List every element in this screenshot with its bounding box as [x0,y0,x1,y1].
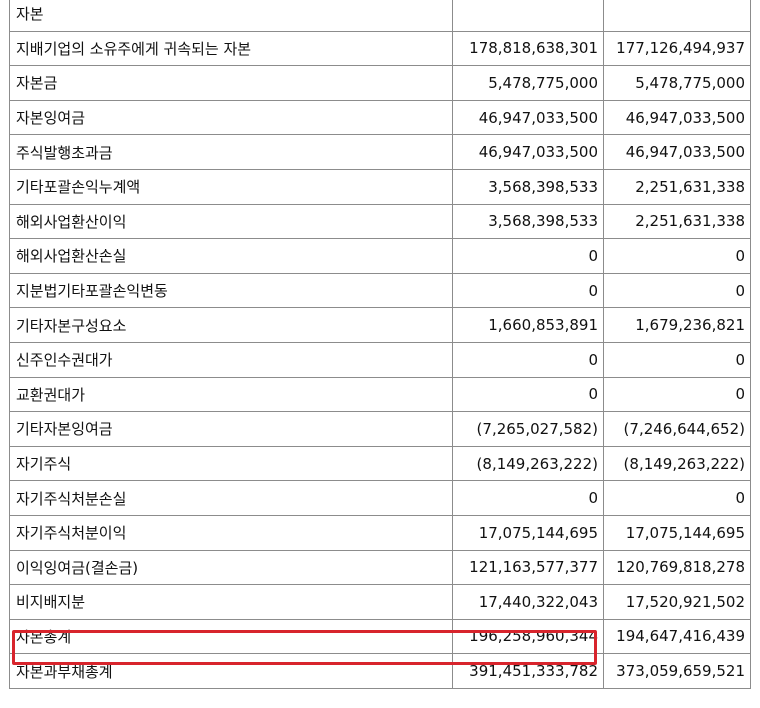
prior-period-value: 0 [603,480,751,516]
table-row: 비지배지분 17,440,322,043 17,520,921,502 [9,584,751,620]
current-period-value: 0 [452,341,604,378]
table-row: 자본잉여금 46,947,033,500 46,947,033,500 [9,99,751,136]
current-period-value: 0 [452,480,604,516]
row-label: 자기주식처분이익 [9,514,453,551]
row-label: 신주인수권대가 [9,341,453,378]
row-label: 자기주식 [9,445,453,482]
table-row: 교환권대가 0 0 [9,376,751,413]
row-label: 해외사업환산이익 [9,203,453,240]
table-row: 자기주식처분이익 17,075,144,695 17,075,144,695 [9,514,751,551]
table-row: 자본총계 196,258,960,344 194,647,416,439 [9,618,751,655]
row-label: 자본 [9,0,453,32]
prior-period-value: 46,947,033,500 [603,99,751,136]
prior-period-value: (7,246,644,652) [603,411,751,447]
prior-period-value: 1,679,236,821 [603,307,751,343]
row-label: 자본총계 [9,618,453,655]
row-label: 자본과부채총계 [9,653,453,689]
row-label: 자본잉여금 [9,99,453,136]
table-row: 자본 [9,0,751,32]
table-row: 지분법기타포괄손익변동 0 0 [9,272,751,309]
current-period-value: 121,163,577,377 [452,549,604,586]
row-label: 자본금 [9,65,453,101]
current-period-value: 17,440,322,043 [452,584,604,620]
prior-period-value: 0 [603,238,751,274]
table-row: 해외사업환산손실 0 0 [9,238,751,274]
prior-period-value [603,0,751,32]
table-row: 지배기업의 소유주에게 귀속되는 자본 178,818,638,301 177,12… [9,30,751,67]
row-label: 교환권대가 [9,376,453,413]
row-label: 자기주식처분손실 [9,480,453,516]
table-row: 신주인수권대가 0 0 [9,341,751,378]
row-label: 기타포괄손익누계액 [9,168,453,205]
table-row: 기타자본구성요소 1,660,853,891 1,679,236,821 [9,307,751,343]
row-label: 이익잉여금(결손금) [9,549,453,586]
current-period-value: 0 [452,238,604,274]
current-period-value: 46,947,033,500 [452,99,604,136]
current-period-value: 178,818,638,301 [452,30,604,67]
current-period-value: (8,149,263,222) [452,445,604,482]
current-period-value: 3,568,398,533 [452,168,604,205]
row-label: 기타자본구성요소 [9,307,453,343]
current-period-value: 196,258,960,344 [452,618,604,655]
table-row: 자기주식 (8,149,263,222) (8,149,263,222) [9,445,751,482]
row-label: 지배기업의 소유주에게 귀속되는 자본 [9,30,453,67]
current-period-value: 5,478,775,000 [452,65,604,101]
row-label: 비지배지분 [9,584,453,620]
row-label: 주식발행초과금 [9,134,453,170]
prior-period-value: 5,478,775,000 [603,65,751,101]
prior-period-value: 120,769,818,278 [603,549,751,586]
prior-period-value: 17,075,144,695 [603,514,751,551]
current-period-value: 17,075,144,695 [452,514,604,551]
current-period-value: 0 [452,272,604,309]
table-row: 자본과부채총계 391,451,333,782 373,059,659,521 [9,653,751,689]
financial-statement-sheet: 자본 지배기업의 소유주에게 귀속되는 자본 178,818,638,301 177,… [0,0,760,708]
prior-period-value: 2,251,631,338 [603,168,751,205]
prior-period-value: 0 [603,341,751,378]
prior-period-value: 194,647,416,439 [603,618,751,655]
prior-period-value: 373,059,659,521 [603,653,751,689]
current-period-value: 1,660,853,891 [452,307,604,343]
current-period-value: 3,568,398,533 [452,203,604,240]
prior-period-value: 0 [603,376,751,413]
table-row: 자기주식처분손실 0 0 [9,480,751,516]
current-period-value: (7,265,027,582) [452,411,604,447]
table-row: 기타포괄손익누계액 3,568,398,533 2,251,631,338 [9,168,751,205]
table-row: 자본금 5,478,775,000 5,478,775,000 [9,65,751,101]
row-label: 기타자본잉여금 [9,411,453,447]
prior-period-value: 0 [603,272,751,309]
prior-period-value: 17,520,921,502 [603,584,751,620]
table-row: 주식발행초과금 46,947,033,500 46,947,033,500 [9,134,751,170]
prior-period-value: (8,149,263,222) [603,445,751,482]
equity-table-body: 자본 지배기업의 소유주에게 귀속되는 자본 178,818,638,301 177,… [9,0,751,689]
table-row: 기타자본잉여금 (7,265,027,582) (7,246,644,652) [9,411,751,447]
prior-period-value: 46,947,033,500 [603,134,751,170]
row-label: 지분법기타포괄손익변동 [9,272,453,309]
equity-table: 자본 지배기업의 소유주에게 귀속되는 자본 178,818,638,301 177,… [9,0,751,689]
table-row: 이익잉여금(결손금) 121,163,577,377 120,769,818,278 [9,549,751,586]
prior-period-value: 177,126,494,937 [603,30,751,67]
table-row: 해외사업환산이익 3,568,398,533 2,251,631,338 [9,203,751,240]
current-period-value: 391,451,333,782 [452,653,604,689]
current-period-value: 0 [452,376,604,413]
row-label: 해외사업환산손실 [9,238,453,274]
current-period-value: 46,947,033,500 [452,134,604,170]
prior-period-value: 2,251,631,338 [603,203,751,240]
current-period-value [452,0,604,32]
